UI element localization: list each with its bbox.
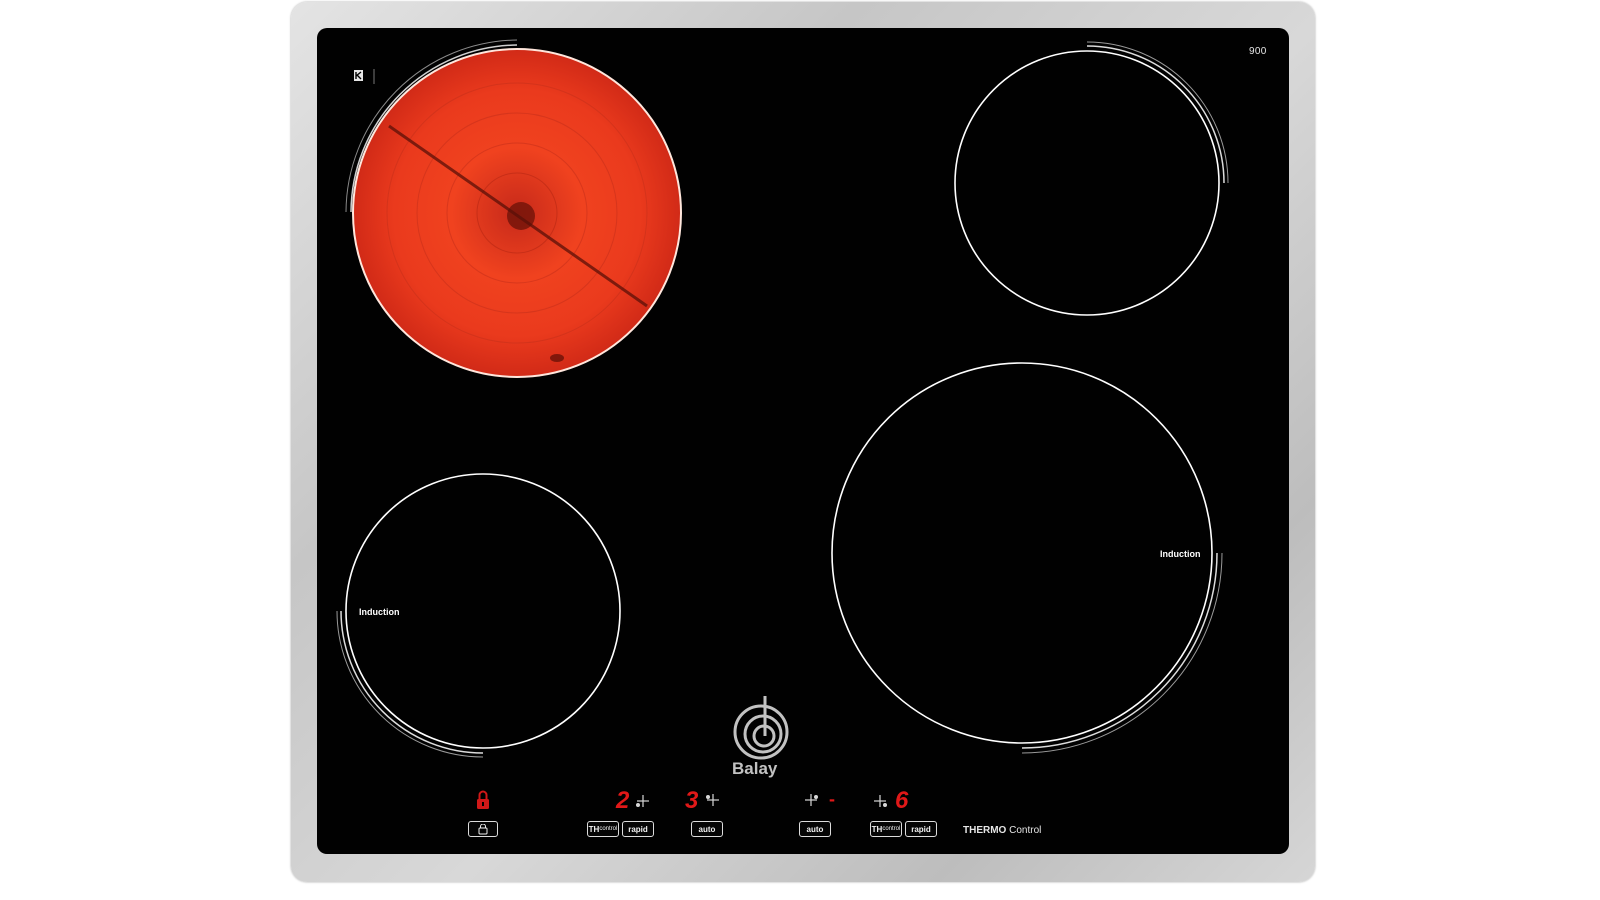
rear-left-zone[interactable] bbox=[345, 39, 682, 378]
front-right-zone-label: Induction bbox=[1160, 549, 1201, 559]
thermo-control-button-left[interactable]: TH control bbox=[587, 821, 619, 837]
balay-spiral-logo-icon bbox=[733, 696, 789, 760]
plus-dot-indicator-icon bbox=[805, 794, 818, 806]
plus-dot-indicator-icon bbox=[636, 795, 649, 807]
lock-icon bbox=[478, 823, 488, 834]
front-left-zone-label: Induction bbox=[359, 607, 400, 617]
thermo-control-button-right[interactable]: TH control bbox=[870, 821, 902, 837]
rear-right-zone[interactable] bbox=[954, 41, 1229, 316]
zone-level-display-center-left: 3 bbox=[685, 787, 699, 814]
zone-level-display-center-right: - bbox=[829, 789, 835, 809]
rapid-button-right[interactable]: rapid bbox=[905, 821, 937, 837]
zone-level-display-right: 6 bbox=[895, 787, 909, 814]
child-lock-button[interactable] bbox=[468, 821, 498, 837]
small-k-logo-icon bbox=[354, 69, 375, 84]
cooking-zones-graphic bbox=[336, 39, 1229, 809]
rapid-button-left[interactable]: rapid bbox=[622, 821, 654, 837]
ceramic-glass-surface: 900 Induction Induction Balay 2 3 - 6 TH… bbox=[317, 28, 1289, 854]
plus-dot-indicator-icon bbox=[706, 794, 719, 806]
brand-name: Balay bbox=[732, 759, 778, 778]
auto-button-right[interactable]: auto bbox=[799, 821, 831, 837]
thermo-control-label: THERMO Control bbox=[963, 825, 1042, 836]
zone-level-display-left: 2 bbox=[616, 787, 630, 814]
auto-button-left[interactable]: auto bbox=[691, 821, 723, 837]
lock-icon bbox=[477, 790, 489, 809]
plus-dot-indicator-icon bbox=[874, 795, 887, 807]
